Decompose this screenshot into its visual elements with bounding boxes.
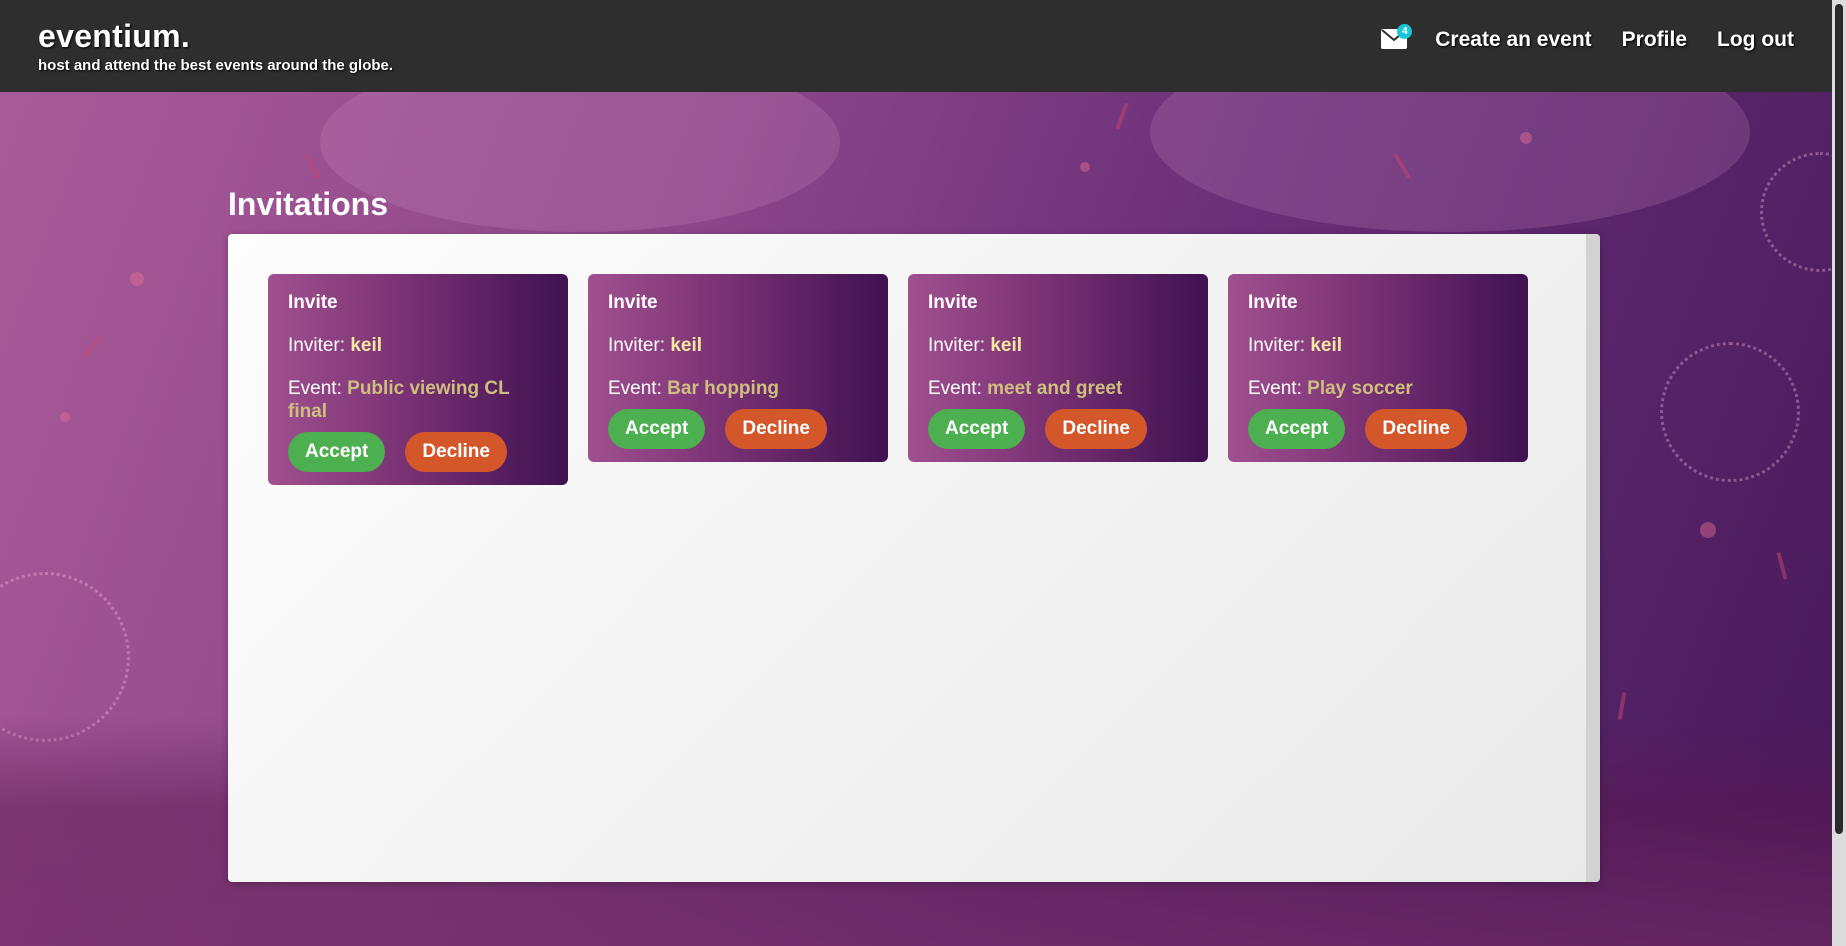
invite-actions: Accept Decline [288,432,548,472]
accept-button[interactable]: Accept [1248,409,1346,449]
invite-actions: Accept Decline [1248,409,1508,449]
invite-card: Invite Inviter: keil Event: Play soccer … [1228,274,1528,462]
inviter-name: keil [670,335,703,356]
decline-button[interactable]: Decline [1365,409,1467,449]
event-name: Play soccer [1307,378,1413,399]
event-line: Event: Bar hopping [608,377,868,400]
page-scrollbar[interactable] [1832,0,1846,946]
invite-actions: Accept Decline [928,409,1188,449]
inviter-label: Inviter: [1248,335,1306,356]
event-label: Event: [288,378,342,399]
invite-card-list: Invite Inviter: keil Event: Public viewi… [268,274,1548,485]
inviter-line: Inviter: keil [288,334,548,357]
invite-card-title: Invite [288,292,338,313]
event-name: meet and greet [987,378,1123,399]
notification-badge: 4 [1397,24,1413,39]
inviter-name: keil [350,335,383,356]
top-navbar: eventium. host and attend the best event… [0,0,1846,92]
decline-button[interactable]: Decline [405,432,507,472]
profile-link[interactable]: Profile [1622,28,1687,52]
panel-scrollbar[interactable] [1586,234,1600,882]
accept-button[interactable]: Accept [608,409,706,449]
inviter-label: Inviter: [288,335,346,356]
event-line: Event: Public viewing CL final [288,377,548,423]
event-line: Event: Play soccer [1248,377,1508,400]
page-scrollbar-thumb[interactable] [1835,4,1843,834]
brand-subtitle: host and attend the best events around t… [38,57,394,74]
accept-button[interactable]: Accept [288,432,386,472]
invite-card-title: Invite [1248,292,1298,313]
event-label: Event: [1248,378,1302,399]
event-line: Event: meet and greet [928,377,1188,400]
inviter-name: keil [990,335,1023,356]
logout-link[interactable]: Log out [1717,28,1794,52]
invite-actions: Accept Decline [608,409,868,449]
invite-card-title: Invite [928,292,978,313]
invite-card: Invite Inviter: keil Event: Public viewi… [268,274,568,485]
invite-card: Invite Inviter: keil Event: Bar hopping … [588,274,888,462]
decline-button[interactable]: Decline [1045,409,1147,449]
invite-card-title: Invite [608,292,658,313]
invitations-panel: Invite Inviter: keil Event: Public viewi… [228,234,1600,882]
invite-card: Invite Inviter: keil Event: meet and gre… [908,274,1208,462]
decline-button[interactable]: Decline [725,409,827,449]
page-title: Invitations [228,186,389,222]
accept-button[interactable]: Accept [928,409,1026,449]
nav-menu: 4 Create an event Profile Log out [1381,24,1794,52]
brand[interactable]: eventium. host and attend the best event… [38,18,393,74]
event-name: Bar hopping [667,378,780,399]
event-label: Event: [928,378,982,399]
brand-title[interactable]: eventium. [38,18,393,55]
inviter-line: Inviter: keil [1248,334,1508,357]
inviter-line: Inviter: keil [608,334,868,357]
event-label: Event: [608,378,662,399]
messages-button[interactable]: 4 [1381,24,1413,51]
inviter-label: Inviter: [608,335,666,356]
inviter-line: Inviter: keil [928,334,1188,357]
inviter-label: Inviter: [928,335,986,356]
create-event-link[interactable]: Create an event [1435,28,1591,52]
inviter-name: keil [1310,335,1343,356]
